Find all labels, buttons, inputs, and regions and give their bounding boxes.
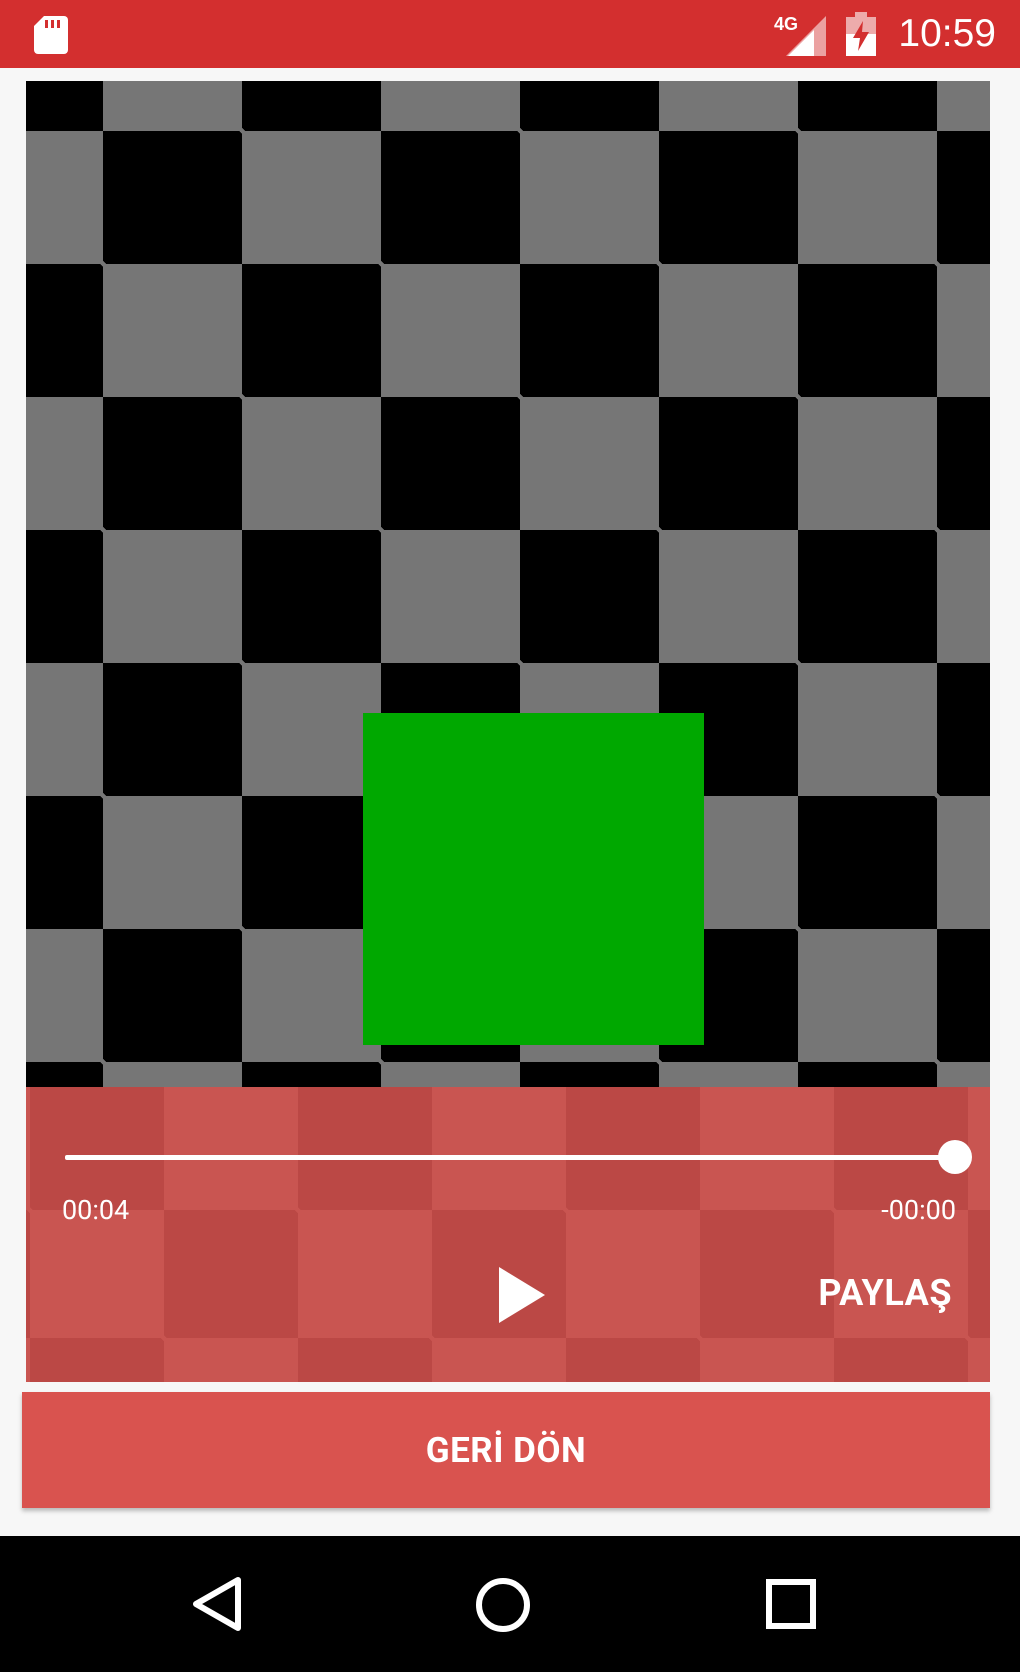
signal-4g-icon: 4G (774, 14, 826, 56)
nav-home-icon[interactable] (474, 1576, 532, 1634)
seek-thumb[interactable] (938, 1140, 972, 1174)
back-button-label: GERİ DÖN (425, 1429, 587, 1471)
video-preview[interactable] (26, 81, 990, 1087)
battery-charging-icon (846, 12, 876, 56)
remaining-time: -00:00 (881, 1194, 956, 1226)
player-controls: 00:04 -00:00 PAYLAŞ (26, 1087, 990, 1382)
sd-card-icon (34, 16, 68, 54)
back-button[interactable]: GERİ DÖN (22, 1392, 990, 1508)
controls-overlay (26, 1087, 990, 1382)
play-button[interactable] (486, 1257, 558, 1333)
status-bar: 4G 10:59 (0, 0, 1020, 68)
share-button[interactable]: PAYLAŞ (818, 1271, 952, 1315)
seek-bar[interactable] (65, 1155, 955, 1160)
current-time: 00:04 (62, 1194, 130, 1226)
navigation-bar (0, 1536, 1020, 1672)
nav-recent-icon[interactable] (765, 1578, 817, 1630)
green-square-frame (363, 713, 704, 1045)
nav-back-icon[interactable] (190, 1576, 246, 1632)
status-clock: 10:59 (898, 12, 996, 55)
play-icon (499, 1267, 545, 1323)
network-type-label: 4G (774, 14, 798, 34)
